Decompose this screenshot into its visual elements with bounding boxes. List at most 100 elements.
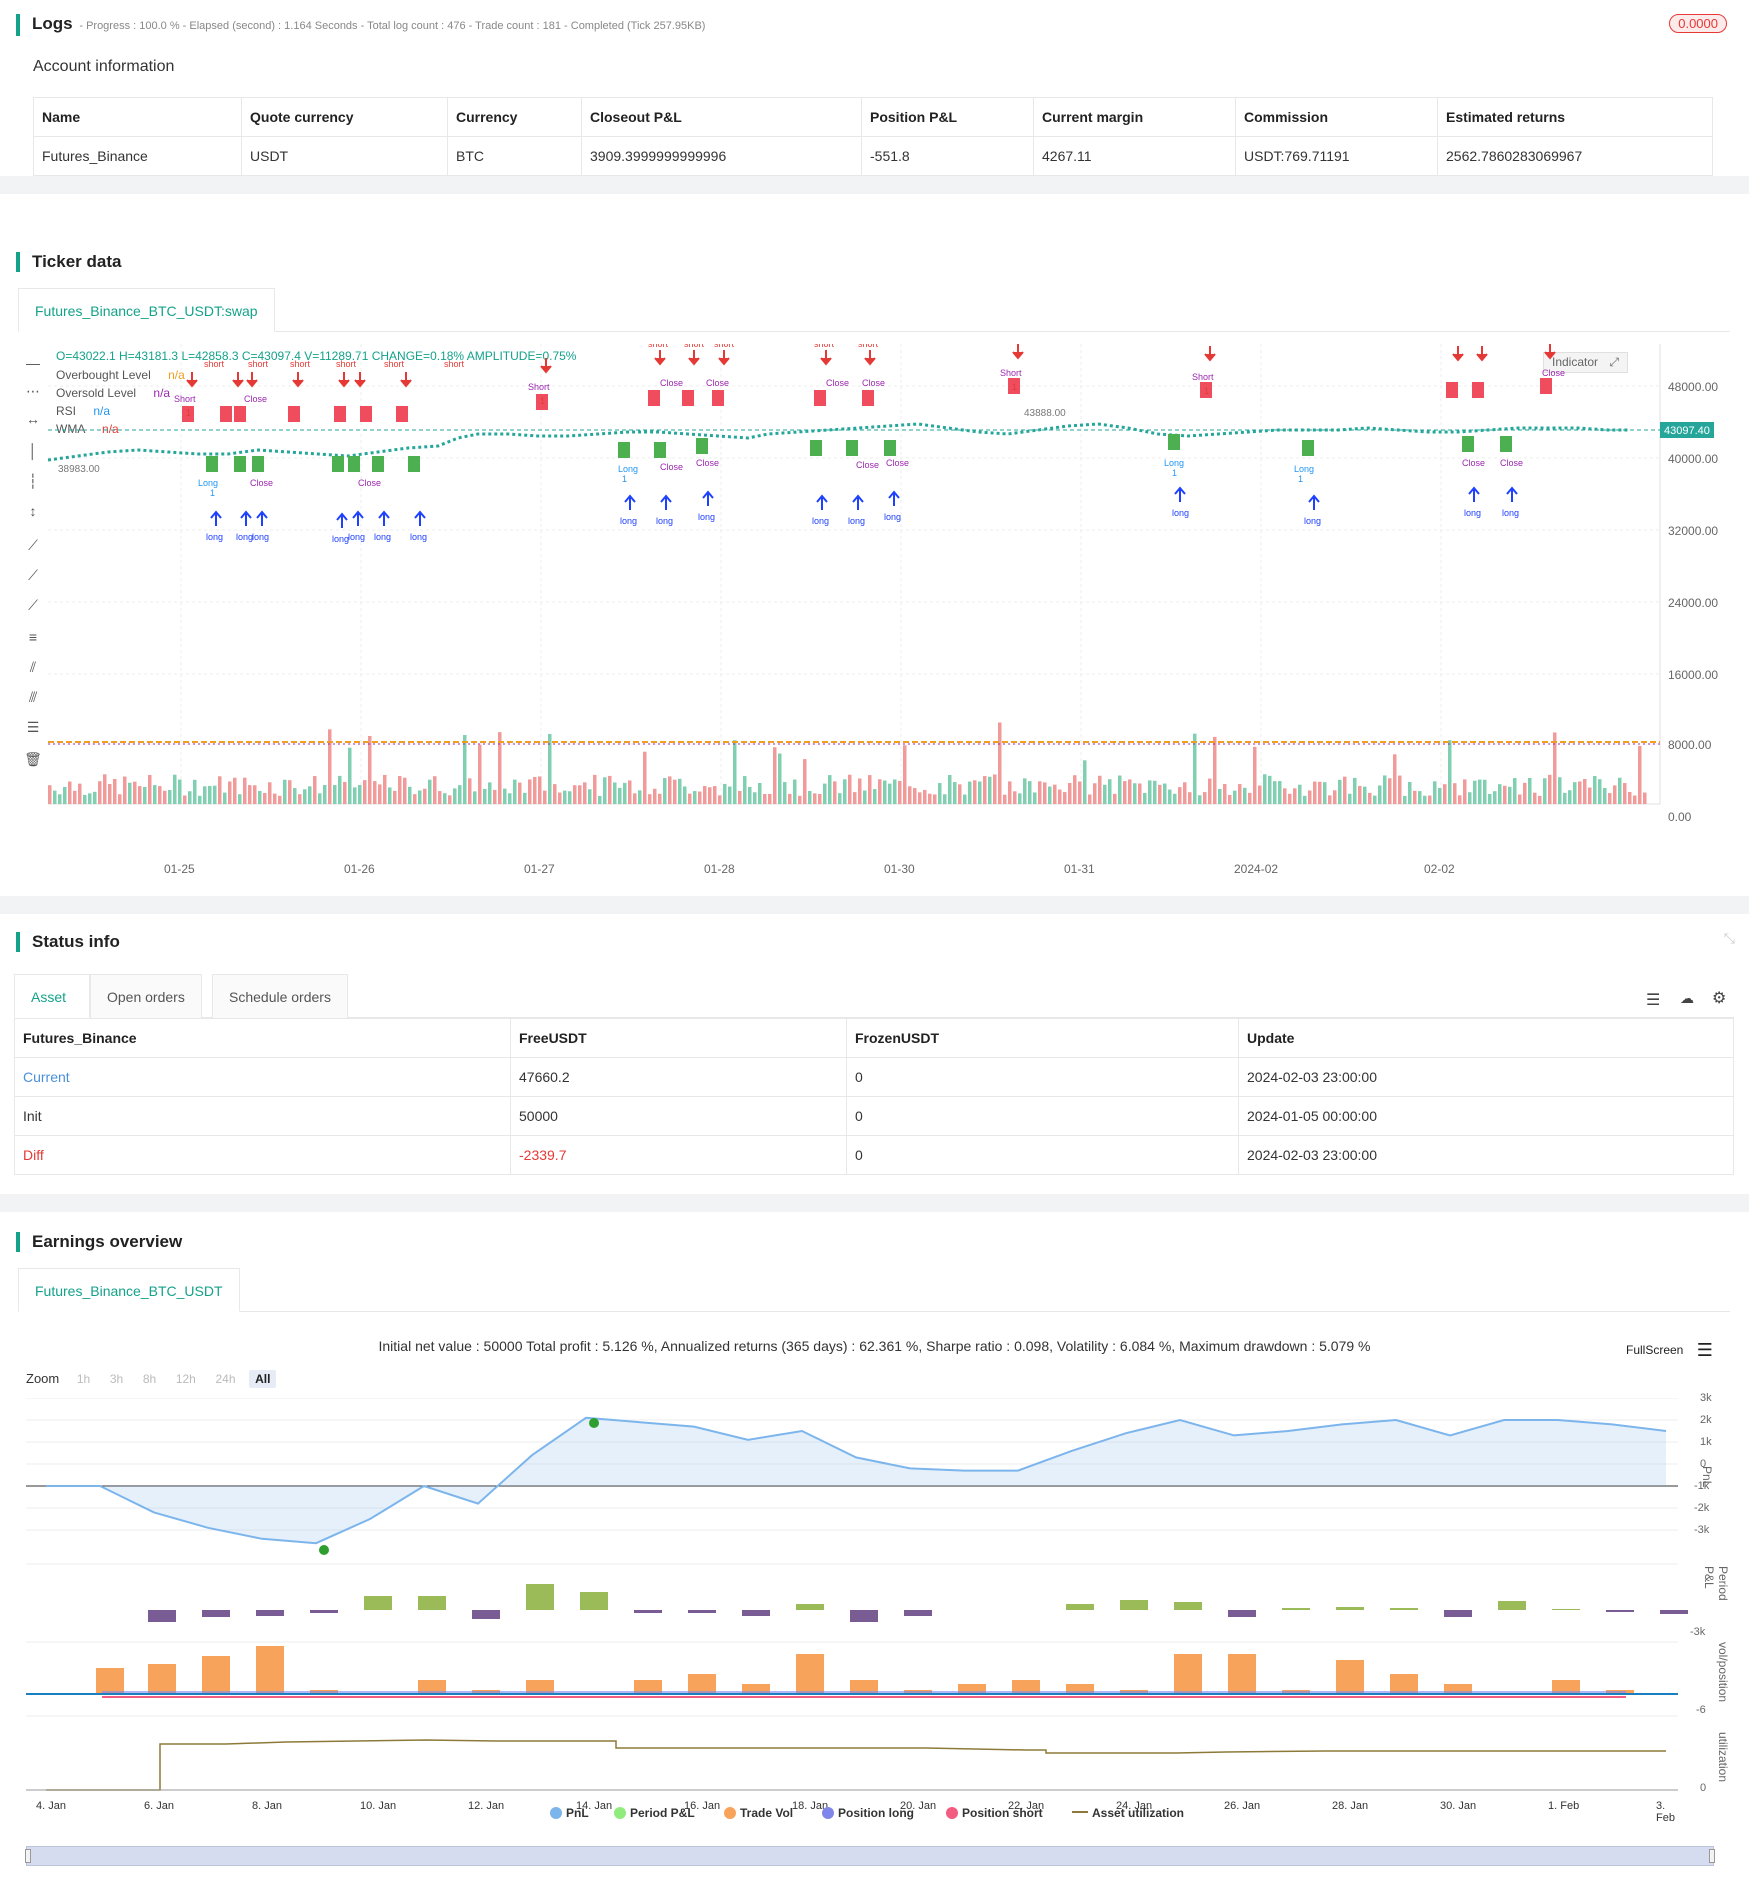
volume-bar: [193, 779, 197, 804]
parallel-line-icon[interactable]: ⫽: [22, 656, 44, 678]
label-close: Close: [660, 462, 683, 472]
legend-dot: [946, 1807, 958, 1819]
x-tick: 28. Jan: [1332, 1800, 1369, 1812]
volume-bar: [763, 793, 767, 804]
volume-bar: [573, 785, 577, 804]
zoom-24h[interactable]: 24h: [209, 1370, 241, 1388]
vertical-line-icon[interactable]: │: [22, 440, 44, 462]
legend-trade-vol[interactable]: Trade Vol: [724, 1806, 793, 1820]
legend-position-short[interactable]: Position short: [946, 1806, 1043, 1820]
legend-period-pnl[interactable]: Period P&L: [614, 1806, 695, 1820]
horizontal-ray-icon[interactable]: ↔: [22, 408, 44, 430]
y-tick: 24000.00: [1668, 596, 1719, 610]
volume-bar: [263, 792, 267, 804]
ticker-panel: Ticker data Futures_Binance_BTC_USDT:swa…: [0, 194, 1749, 896]
cloud-download-icon[interactable]: ☁: [1680, 990, 1694, 1007]
volume-bar: [423, 788, 427, 804]
trash-icon[interactable]: 🗑: [22, 748, 44, 770]
fullscreen-button[interactable]: FullScreen ☰: [1626, 1340, 1713, 1361]
volume-bar: [678, 778, 682, 804]
volume-bar: [1013, 791, 1017, 804]
ray-line-icon[interactable]: ⟋: [22, 564, 44, 586]
volume-bar: [683, 786, 687, 804]
vertical-ray-icon[interactable]: ↕: [22, 500, 44, 522]
trend-line-icon[interactable]: ⟋: [22, 534, 44, 556]
volume-bar: [348, 747, 352, 804]
label-short: short: [1198, 344, 1219, 345]
zoom-12h[interactable]: 12h: [170, 1370, 202, 1388]
tab-asset[interactable]: Asset: [14, 974, 90, 1018]
utilization-line: [46, 1739, 1666, 1791]
fibonacci-icon[interactable]: ☰: [22, 716, 44, 738]
volume-bar: [828, 775, 832, 804]
label-short: short: [444, 359, 465, 369]
volume-bar: [1518, 794, 1522, 804]
tab-earnings[interactable]: Futures_Binance_BTC_USDT: [18, 1268, 240, 1312]
volume-bar: [408, 786, 412, 804]
volume-bar: [978, 781, 982, 804]
price-line-icon[interactable]: ≡: [22, 626, 44, 648]
legend-pnl[interactable]: PnL: [550, 1806, 589, 1820]
gear-icon[interactable]: ⚙: [1712, 988, 1726, 1008]
trade-vol-bars: [96, 1646, 1634, 1694]
volume-bar: [588, 789, 592, 804]
volume-bar: [1138, 783, 1142, 804]
volume-bar: [888, 783, 892, 804]
volume-bar: [258, 790, 262, 804]
collapse-icon[interactable]: ⤡: [1724, 930, 1735, 947]
crosshair-icon[interactable]: —: [22, 352, 44, 374]
volume-bar: [1353, 777, 1357, 804]
volume-bar: [1223, 784, 1227, 804]
list-icon[interactable]: ☰: [1646, 990, 1660, 1010]
volume-bar: [1253, 746, 1257, 804]
volume-bar: [1333, 790, 1337, 804]
volume-bar: [78, 783, 82, 804]
legend-asset-utilization[interactable]: Asset utilization: [1072, 1806, 1184, 1820]
volume-bar: [643, 751, 647, 804]
volume-bar: [743, 776, 747, 804]
col-closeout: Closeout P&L: [581, 97, 862, 137]
label-close: Close: [244, 394, 267, 404]
menu-icon[interactable]: ☰: [1697, 1340, 1713, 1360]
label-close: Close: [706, 378, 729, 388]
volume-bar: [623, 782, 627, 804]
earnings-tabbar: Futures_Binance_BTC_USDT: [18, 1268, 1730, 1312]
zoom-all[interactable]: All: [249, 1370, 277, 1388]
status-badge: 0.0000: [1669, 14, 1727, 33]
vertical-segment-icon[interactable]: ┆: [22, 470, 44, 492]
volume-bar: [998, 722, 1002, 804]
volume-bar: [478, 744, 482, 804]
horizontal-line-icon[interactable]: ⋯: [22, 380, 44, 402]
pnl-axis-title: PnL: [1700, 1466, 1714, 1488]
tab-ticker[interactable]: Futures_Binance_BTC_USDT:swap: [18, 288, 275, 332]
volume-bar: [1383, 775, 1387, 804]
channel-icon[interactable]: ⫻: [22, 686, 44, 708]
volume-bar: [838, 793, 842, 804]
tab-open-orders[interactable]: Open orders: [90, 974, 202, 1018]
volume-bar: [1358, 785, 1362, 804]
navigator-scrollbar[interactable]: [25, 1846, 1715, 1866]
legend-dot: [550, 1807, 562, 1819]
volume-bar: [1033, 792, 1037, 804]
max-point: [589, 1418, 599, 1428]
legend-position-long[interactable]: Position long: [822, 1806, 914, 1820]
tab-schedule-orders[interactable]: Schedule orders: [212, 974, 348, 1018]
zoom-1h[interactable]: 1h: [71, 1370, 96, 1388]
volume-bar: [358, 784, 362, 804]
volume-bar: [693, 791, 697, 804]
navigator-handle-right[interactable]: [1709, 1849, 1715, 1863]
legend-dot: [822, 1807, 834, 1819]
segment-icon[interactable]: ⟋: [22, 594, 44, 616]
volume-bar: [428, 779, 432, 804]
volume-bar: [1438, 787, 1442, 804]
volume-bar: [1508, 786, 1512, 804]
label-short: short: [814, 344, 835, 349]
volume-bar: [1153, 780, 1157, 804]
zoom-3h[interactable]: 3h: [104, 1370, 129, 1388]
navigator-handle-left[interactable]: [25, 1849, 31, 1863]
earnings-panel: Earnings overview Futures_Binance_BTC_US…: [0, 1212, 1749, 1891]
zoom-8h[interactable]: 8h: [137, 1370, 162, 1388]
logs-title: Logs - Progress : 100.0 % - Elapsed (sec…: [16, 14, 705, 36]
vol-tick: -6: [1696, 1704, 1706, 1716]
volume-bar: [753, 792, 757, 804]
